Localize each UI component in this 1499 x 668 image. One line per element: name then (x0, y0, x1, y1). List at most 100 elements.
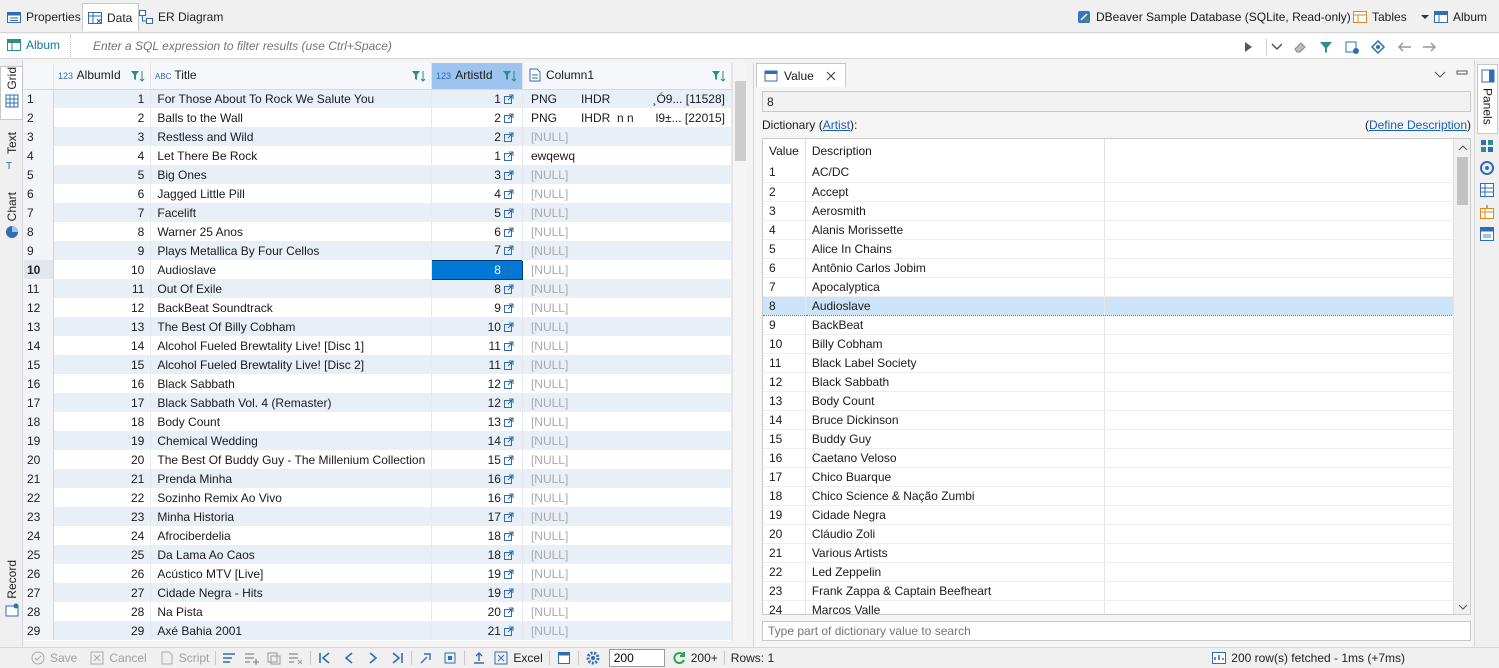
scrollbar-thumb[interactable] (1457, 157, 1468, 205)
column-filter-icon[interactable] (711, 68, 727, 84)
dictionary-scrollbar[interactable] (1453, 139, 1470, 614)
export-button[interactable] (471, 650, 487, 666)
row-number[interactable]: 28 (24, 602, 54, 621)
open-link-icon[interactable] (503, 587, 514, 598)
grouping-icon[interactable] (1479, 182, 1495, 198)
cell-column1-null[interactable]: [NULL] (522, 545, 732, 564)
open-link-icon[interactable] (503, 625, 514, 636)
cell-artistid[interactable]: 11 (431, 336, 523, 355)
table-row[interactable]: 18 18 Body Count 13 [NULL] (24, 412, 732, 431)
row-number[interactable]: 7 (24, 203, 54, 222)
cell-column1-null[interactable]: [NULL] (522, 241, 732, 260)
scroll-up-icon[interactable] (1455, 140, 1470, 156)
table-row[interactable]: 2 2 Balls to the Wall 2 PNG IHDR n n l9±... [22… (24, 108, 732, 127)
dictionary-row[interactable]: 21 Various Artists (763, 543, 1455, 563)
dictionary-row[interactable]: 20 Cláudio Zoli (763, 524, 1455, 544)
panel-menu-icon[interactable] (1432, 67, 1448, 83)
cell-albumid[interactable]: 18 (53, 412, 152, 431)
column-header-title[interactable]: ABC Title (150, 63, 433, 90)
dictionary-header-value[interactable]: Value (763, 139, 806, 163)
scrollbar-thumb[interactable] (735, 81, 746, 161)
dictionary-row[interactable]: 14 Bruce Dickinson (763, 410, 1455, 430)
table-row[interactable]: 25 25 Da Lama Ao Caos 18 [NULL] (24, 545, 732, 564)
cell-column1-null[interactable]: [NULL] (522, 469, 732, 488)
cell-column1-null[interactable]: [NULL] (522, 355, 732, 374)
open-link-icon[interactable] (503, 378, 514, 389)
cell-column1-null[interactable]: [NULL] (522, 412, 732, 431)
table-row[interactable]: 26 26 Acústico MTV [Live] 19 [NULL] (24, 564, 732, 583)
cell-artistid[interactable]: 3 (431, 165, 523, 184)
cell-albumid[interactable]: 24 (53, 526, 152, 545)
open-link-icon[interactable] (503, 568, 514, 579)
cell-column1-null[interactable]: [NULL] (522, 260, 732, 279)
cell-title[interactable]: Black Sabbath Vol. 4 (Remaster) (150, 393, 433, 412)
cell-column1-null[interactable]: [NULL] (522, 336, 732, 355)
cell-column1-null[interactable]: [NULL] (522, 583, 732, 602)
cell-column1-null[interactable]: [NULL] (522, 222, 732, 241)
dictionary-row[interactable]: 15 Buddy Guy (763, 429, 1455, 449)
open-link-icon[interactable] (503, 131, 514, 142)
cell-title[interactable]: Big Ones (150, 165, 433, 184)
cell-albumid[interactable]: 10 (53, 260, 152, 279)
eraser-icon[interactable] (1292, 39, 1308, 55)
row-number[interactable]: 4 (24, 146, 54, 165)
dictionary-row[interactable]: 12 Black Sabbath (763, 372, 1455, 392)
table-row[interactable]: 17 17 Black Sabbath Vol. 4 (Remaster) 12 [NU… (24, 393, 732, 412)
cell-column1-null[interactable]: [NULL] (522, 279, 732, 298)
dictionary-row[interactable]: 9 BackBeat (763, 315, 1455, 335)
table-row[interactable]: 29 29 Axé Bahia 2001 21 [NULL] (24, 621, 732, 640)
cell-artistid[interactable]: 5 (431, 203, 523, 222)
cell-title[interactable]: Prenda Minha (150, 469, 433, 488)
row-number[interactable]: 14 (24, 336, 54, 355)
cell-column1-null[interactable]: [NULL] (522, 488, 732, 507)
tab-er-diagram[interactable]: ER Diagram (134, 3, 229, 31)
open-link-icon[interactable] (503, 606, 514, 617)
settings-icon[interactable] (1479, 160, 1495, 176)
table-row[interactable]: 14 14 Alcohol Fueled Brewtality Live! [Dis… (24, 336, 732, 355)
row-number[interactable]: 3 (24, 127, 54, 146)
filter-icon[interactable] (1318, 39, 1334, 55)
cell-title[interactable]: For Those About To Rock We Salute You (150, 89, 433, 108)
cell-artistid[interactable]: 8 (431, 279, 523, 298)
open-link-icon[interactable] (503, 264, 514, 275)
open-link-icon[interactable] (503, 340, 514, 351)
fetch-size-input[interactable] (608, 649, 665, 667)
row-number[interactable]: 5 (24, 165, 54, 184)
column-header-artistid[interactable]: 123 ArtistId (431, 63, 523, 90)
dictionary-row[interactable]: 10 Billy Cobham (763, 334, 1455, 354)
dictionary-row[interactable]: 1 AC/DC (763, 163, 1455, 183)
filter-table-label[interactable]: Album (6, 37, 60, 53)
last-page-button[interactable] (389, 650, 405, 666)
dictionary-row[interactable]: 23 Frank Zappa & Captain Beefheart (763, 581, 1455, 601)
cell-title[interactable]: Out Of Exile (150, 279, 433, 298)
open-link-icon[interactable] (503, 207, 514, 218)
open-link-icon[interactable] (503, 397, 514, 408)
excel-button[interactable]: Excel (493, 650, 543, 666)
refresh-button[interactable] (671, 650, 687, 666)
row-number[interactable]: 8 (24, 222, 54, 241)
cell-artistid[interactable]: 21 (431, 621, 523, 640)
cell-albumid[interactable]: 3 (53, 127, 152, 146)
script-button[interactable]: Script (159, 650, 209, 666)
tab-data[interactable]: Data (82, 3, 140, 31)
tab-properties[interactable]: Properties (2, 3, 87, 31)
cell-title[interactable]: Jagged Little Pill (150, 184, 433, 203)
cell-albumid[interactable]: 28 (53, 602, 152, 621)
cell-title[interactable]: Warner 25 Anos (150, 222, 433, 241)
row-number[interactable]: 21 (24, 469, 54, 488)
save-button[interactable]: Save (30, 650, 77, 666)
cell-title[interactable]: Cidade Negra - Hits (150, 583, 433, 602)
dictionary-row[interactable]: 3 Aerosmith (763, 201, 1455, 221)
dictionary-row[interactable]: 2 Accept (763, 182, 1455, 202)
cancel-button[interactable]: Cancel (89, 650, 147, 666)
cell-artistid[interactable]: 19 (431, 583, 523, 602)
dictionary-search-input[interactable] (762, 621, 1471, 641)
cell-albumid[interactable]: 15 (53, 355, 152, 374)
cell-title[interactable]: Axé Bahia 2001 (150, 621, 433, 640)
cell-artistid[interactable]: 10 (431, 317, 523, 336)
dictionary-table-link[interactable]: Artist (823, 118, 850, 132)
row-number[interactable]: 13 (24, 317, 54, 336)
cell-title[interactable]: Let There Be Rock (150, 146, 433, 165)
filter-history-dropdown-icon[interactable] (1266, 38, 1282, 55)
cell-albumid[interactable]: 14 (53, 336, 152, 355)
